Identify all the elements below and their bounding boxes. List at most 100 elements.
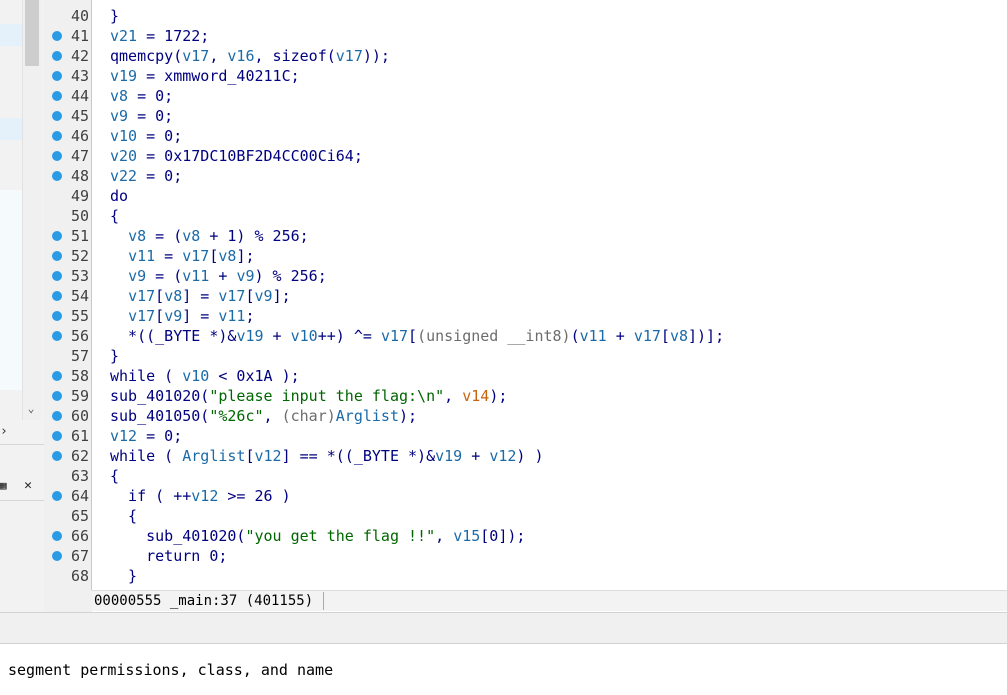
code-line[interactable]: v12 = 0; <box>110 426 182 446</box>
pseudocode-view[interactable]: } v21 = 1722; qmemcpy(v17, v16, sizeof(v17… <box>92 0 1007 590</box>
code-line[interactable]: v19 = xmmword_40211C; <box>110 66 300 86</box>
breakpoint-dot-icon[interactable] <box>52 291 62 301</box>
code-line[interactable]: } <box>110 566 137 586</box>
left-row-highlight <box>0 190 22 390</box>
code-line[interactable]: v20 = 0x17DC10BF2D4CC00Ci64; <box>110 146 363 166</box>
code-line[interactable]: while ( v10 < 0x1A ); <box>110 366 300 386</box>
breakpoint-dot-icon[interactable] <box>52 171 62 181</box>
gutter-row[interactable]: 60 <box>44 406 92 426</box>
code-line[interactable]: { <box>110 206 119 226</box>
gutter-row[interactable]: 49 <box>44 186 92 206</box>
breakpoint-dot-icon[interactable] <box>52 251 62 261</box>
left-scrollbar-thumb[interactable] <box>25 0 39 66</box>
breakpoint-dot-icon[interactable] <box>52 71 62 81</box>
breakpoint-dot-icon[interactable] <box>52 51 62 61</box>
code-line[interactable]: v11 = v17[v8]; <box>110 246 254 266</box>
gutter-row[interactable]: 61 <box>44 426 92 446</box>
code-line[interactable]: if ( ++v12 >= 26 ) <box>110 486 291 506</box>
gutter-row[interactable]: 63 <box>44 466 92 486</box>
line-number: 59 <box>70 387 89 405</box>
gutter-row[interactable]: 68 <box>44 566 92 586</box>
breakpoint-dot-icon[interactable] <box>52 451 62 461</box>
code-line[interactable]: { <box>110 506 137 526</box>
gutter-row[interactable]: 59 <box>44 386 92 406</box>
breakpoint-dot-icon[interactable] <box>52 491 62 501</box>
breakpoint-dot-icon[interactable] <box>52 271 62 281</box>
gutter-row[interactable]: 46 <box>44 126 92 146</box>
float-window-icon[interactable]: ▦ <box>0 478 10 494</box>
gutter-row[interactable]: 42 <box>44 46 92 66</box>
breakpoint-dot-icon[interactable] <box>52 311 62 321</box>
gutter-row[interactable]: 44 <box>44 86 92 106</box>
code-line[interactable]: v9 = (v11 + v9) % 256; <box>110 266 327 286</box>
line-number: 67 <box>70 547 89 565</box>
gutter-row[interactable]: 53 <box>44 266 92 286</box>
code-line[interactable]: v17[v9] = v11; <box>110 306 254 326</box>
gutter-row[interactable]: 47 <box>44 146 92 166</box>
breakpoint-dot-icon[interactable] <box>52 151 62 161</box>
line-number: 40 <box>70 7 89 25</box>
gutter-row[interactable]: 67 <box>44 546 92 566</box>
code-line[interactable]: v17[v8] = v17[v9]; <box>110 286 291 306</box>
code-line[interactable]: do <box>110 186 128 206</box>
code-line[interactable]: } <box>110 346 119 366</box>
line-number: 50 <box>70 207 89 225</box>
left-scrollbar[interactable] <box>22 0 41 420</box>
divider <box>0 444 44 445</box>
gutter-row[interactable]: 62 <box>44 446 92 466</box>
gutter-row[interactable]: 52 <box>44 246 92 266</box>
breakpoint-dot-icon[interactable] <box>52 411 62 421</box>
gutter-row[interactable]: 51 <box>44 226 92 246</box>
code-line[interactable]: v9 = 0; <box>110 106 173 126</box>
code-line[interactable]: qmemcpy(v17, v16, sizeof(v17)); <box>110 46 390 66</box>
breakpoint-dot-icon[interactable] <box>52 31 62 41</box>
pane-splitter[interactable] <box>0 612 1007 644</box>
line-number: 44 <box>70 87 89 105</box>
gutter-row[interactable]: 58 <box>44 366 92 386</box>
gutter-row[interactable]: 54 <box>44 286 92 306</box>
breakpoint-dot-icon[interactable] <box>52 551 62 561</box>
breakpoint-dot-icon[interactable] <box>52 331 62 341</box>
line-number: 65 <box>70 507 89 525</box>
code-line[interactable]: v21 = 1722; <box>110 26 209 46</box>
code-line[interactable]: while ( Arglist[v12] == *((_BYTE *)&v19 … <box>110 446 544 466</box>
gutter-row[interactable]: 65 <box>44 506 92 526</box>
code-line[interactable]: return 0; <box>110 546 227 566</box>
gutter-row[interactable]: 56 <box>44 326 92 346</box>
gutter-row[interactable]: 64 <box>44 486 92 506</box>
line-number: 55 <box>70 307 89 325</box>
code-line[interactable]: v8 = 0; <box>110 86 173 106</box>
line-number: 60 <box>70 407 89 425</box>
gutter-row[interactable]: 40 <box>44 6 92 26</box>
breakpoint-dot-icon[interactable] <box>52 91 62 101</box>
code-line[interactable]: sub_401020("you get the flag !!", v15[0]… <box>110 526 525 546</box>
close-icon[interactable]: ✕ <box>20 478 36 494</box>
breakpoint-dot-icon[interactable] <box>52 431 62 441</box>
code-line[interactable]: sub_401050("%26c", (char)Arglist); <box>110 406 417 426</box>
code-line[interactable]: v10 = 0; <box>110 126 182 146</box>
code-line[interactable]: v22 = 0; <box>110 166 182 186</box>
breakpoint-dot-icon[interactable] <box>52 531 62 541</box>
line-number: 47 <box>70 147 89 165</box>
gutter-row[interactable]: 50 <box>44 206 92 226</box>
breakpoint-dot-icon[interactable] <box>52 111 62 121</box>
chevron-down-icon[interactable]: ⌄ <box>22 400 40 418</box>
gutter-row[interactable]: 45 <box>44 106 92 126</box>
line-number: 56 <box>70 327 89 345</box>
gutter-row[interactable]: 55 <box>44 306 92 326</box>
breakpoint-dot-icon[interactable] <box>52 371 62 381</box>
gutter-row[interactable]: 43 <box>44 66 92 86</box>
code-line[interactable]: v8 = (v8 + 1) % 256; <box>110 226 309 246</box>
code-line[interactable]: sub_401020("please input the flag:\n", v… <box>110 386 507 406</box>
breakpoint-dot-icon[interactable] <box>52 231 62 241</box>
code-line[interactable]: *((_BYTE *)&v19 + v10++) ^= v17[(unsigne… <box>110 326 724 346</box>
breakpoint-dot-icon[interactable] <box>52 131 62 141</box>
gutter-row[interactable]: 41 <box>44 26 92 46</box>
code-line[interactable]: { <box>110 466 119 486</box>
gutter-row[interactable]: 66 <box>44 526 92 546</box>
code-line[interactable]: } <box>110 6 119 26</box>
gutter-row[interactable]: 48 <box>44 166 92 186</box>
chevron-right-icon[interactable]: › <box>0 424 14 440</box>
gutter-row[interactable]: 57 <box>44 346 92 366</box>
breakpoint-dot-icon[interactable] <box>52 391 62 401</box>
